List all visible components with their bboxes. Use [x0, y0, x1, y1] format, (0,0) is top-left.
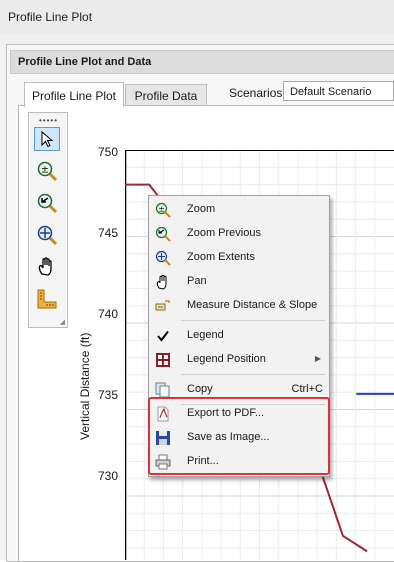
menu-item-label: Zoom Previous — [187, 227, 261, 239]
menu-item-label: Zoom Extents — [187, 251, 255, 263]
menu-item-copy[interactable]: Copy Ctrl+C — [149, 378, 329, 402]
menu-item-legend[interactable]: Legend — [149, 324, 329, 348]
measure-ruler-icon — [37, 289, 57, 309]
menu-item-save-image[interactable]: Save as Image... — [149, 426, 329, 450]
menu-item-measure[interactable]: Measure Distance & Slope — [149, 294, 329, 318]
menu-item-zoom-previous[interactable]: Zoom Previous — [149, 222, 329, 246]
checkmark-icon — [155, 328, 171, 344]
menu-separator — [181, 374, 325, 375]
plot-toolbar: ••••• ± ◢ — [28, 112, 68, 328]
select-tool-button[interactable] — [34, 127, 60, 151]
panel-title: Profile Line Plot and Data — [18, 56, 152, 68]
pan-hand-icon — [155, 274, 171, 290]
panel-header: Profile Line Plot and Data — [10, 50, 394, 74]
printer-icon — [155, 454, 171, 470]
menu-item-label: Pan — [187, 275, 207, 287]
menu-item-print[interactable]: Print... — [149, 450, 329, 474]
zoom-extents-tool-button[interactable] — [34, 223, 60, 247]
zoom-extents-icon — [155, 250, 171, 266]
menu-item-legend-position[interactable]: Legend Position ▶ — [149, 348, 329, 372]
y-axis-label: Vertical Distance (ft) — [78, 332, 92, 440]
menu-separator — [181, 320, 325, 321]
context-menu: ± Zoom Zoom Previous Zoom Extents Pan Me… — [148, 195, 330, 477]
menu-item-label: Save as Image... — [187, 431, 270, 443]
y-tick-label: 740 — [98, 307, 119, 321]
toolbar-resize-icon: ◢ — [59, 319, 65, 326]
scenarios-dropdown[interactable]: Default Scenario — [283, 81, 394, 101]
svg-text:±: ± — [41, 165, 49, 176]
menu-item-zoom[interactable]: ± Zoom — [149, 198, 329, 222]
menu-item-export-pdf[interactable]: Export to PDF... — [149, 402, 329, 426]
y-tick-label: 730 — [98, 469, 119, 483]
menu-item-label: Print... — [187, 455, 219, 467]
y-tick-label: 745 — [98, 226, 119, 240]
pdf-icon — [155, 406, 171, 422]
y-tick-label: 735 — [98, 388, 119, 402]
save-icon — [155, 430, 171, 446]
y-tick-label: 750 — [98, 145, 119, 159]
pan-tool-button[interactable] — [34, 255, 60, 279]
window-title: Profile Line Plot — [8, 10, 93, 24]
zoom-extents-icon — [37, 225, 58, 246]
title-bar: Profile Line Plot — [0, 0, 394, 35]
menu-item-label: Measure Distance & Slope — [187, 299, 318, 311]
tab-profile-data[interactable]: Profile Data — [125, 84, 207, 107]
shortcut-label: Ctrl+C — [291, 383, 323, 395]
select-arrow-icon — [41, 130, 54, 148]
submenu-arrow-icon: ▶ — [314, 354, 321, 363]
toolbar-grip[interactable]: ••••• — [39, 116, 58, 125]
menu-item-label: Legend — [187, 329, 224, 341]
menu-item-label: Export to PDF... — [187, 407, 265, 419]
menu-item-pan[interactable]: Pan — [149, 270, 329, 294]
zoom-icon: ± — [155, 202, 171, 218]
zoom-icon: ± — [37, 161, 58, 182]
zoom-previous-icon — [37, 193, 58, 214]
menu-item-label: Legend Position — [187, 353, 266, 365]
zoom-previous-tool-button[interactable] — [34, 191, 60, 215]
scenarios-label: Scenarios: — [229, 86, 286, 100]
tab-profile-line-plot[interactable]: Profile Line Plot — [24, 82, 124, 107]
legend-position-icon — [155, 352, 171, 368]
svg-text:±: ± — [158, 205, 165, 214]
zoom-previous-icon — [155, 226, 171, 242]
measure-tool-button[interactable] — [34, 287, 60, 311]
zoom-tool-button[interactable]: ± — [34, 159, 60, 183]
menu-item-zoom-extents[interactable]: Zoom Extents — [149, 246, 329, 270]
menu-item-label: Copy — [187, 383, 213, 395]
copy-icon — [155, 382, 171, 398]
pan-hand-icon — [38, 257, 52, 276]
measure-icon — [155, 298, 171, 314]
menu-item-label: Zoom — [187, 203, 216, 215]
